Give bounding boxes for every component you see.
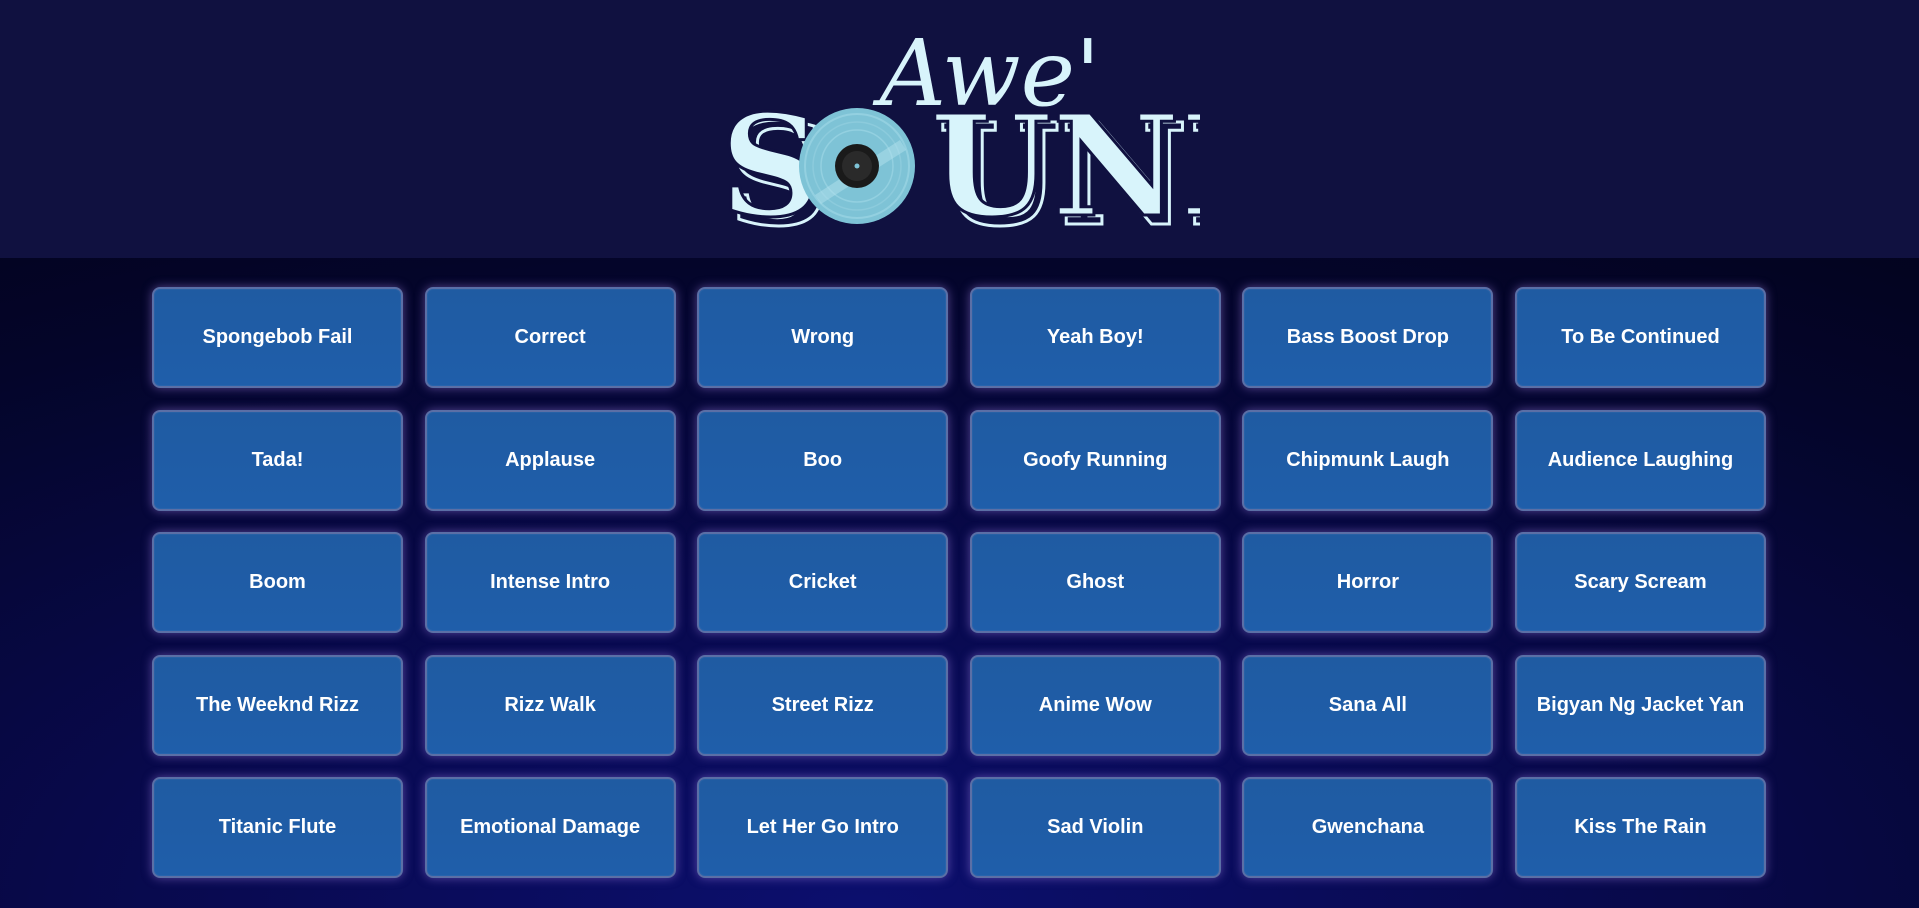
sound-button-label: Emotional Damage <box>460 816 641 839</box>
sound-button-label: Bass Boost Drop <box>1286 326 1449 348</box>
sound-button[interactable]: Tada! <box>152 409 403 511</box>
header-banner: Awe' S UND S UND <box>0 0 1919 258</box>
logo-und: UND <box>930 85 1200 236</box>
sound-button[interactable]: Bigyan Ng Jacket Yan <box>1514 654 1766 756</box>
sound-button-label: Sad Violin <box>1047 816 1144 839</box>
sound-button-label: Titanic Flute <box>218 816 337 839</box>
sound-button[interactable]: Sad Violin <box>969 777 1221 879</box>
sound-button-label: Kiss The Rain <box>1574 816 1707 839</box>
sound-board-grid: Spongebob Fail Correct Wrong Yeah Boy! Bass … <box>152 287 1768 879</box>
sound-button-label: Applause <box>505 448 596 471</box>
sound-button[interactable]: Scary Scream <box>1514 532 1766 634</box>
sound-button-label: Anime Wow <box>1038 693 1152 716</box>
sound-button[interactable]: Bass Boost Drop <box>1242 287 1494 388</box>
sound-button-label: Sana All <box>1328 693 1407 716</box>
sound-button-label: Horror <box>1336 571 1399 594</box>
sound-button[interactable]: Chipmunk Laugh <box>1242 409 1494 511</box>
sound-button[interactable]: To Be Continued <box>1514 287 1766 388</box>
sound-button[interactable]: Anime Wow <box>969 654 1221 756</box>
sound-button-label: Chipmunk Laugh <box>1286 448 1450 471</box>
sound-button[interactable]: Intense Intro <box>424 532 676 634</box>
sound-button-label: Yeah Boy! <box>1046 326 1144 348</box>
sound-button-label: Ghost <box>1066 571 1125 594</box>
sound-button[interactable]: Gwenchana <box>1242 777 1494 879</box>
sound-button[interactable]: Emotional Damage <box>424 777 676 879</box>
sound-button[interactable]: The Weeknd Rizz <box>152 654 403 756</box>
sound-button-label: Bigyan Ng Jacket Yan <box>1536 693 1745 716</box>
sound-button[interactable]: Spongebob Fail <box>152 287 403 388</box>
vinyl-record-icon <box>799 108 915 224</box>
sound-button[interactable]: Titanic Flute <box>152 777 403 879</box>
sound-button[interactable]: Ghost <box>969 532 1221 634</box>
sound-button[interactable]: Let Her Go Intro <box>697 777 949 879</box>
sound-button[interactable]: Cricket <box>697 532 949 634</box>
sound-button-label: Cricket <box>788 571 857 594</box>
sound-button-label: To Be Continued <box>1561 326 1720 348</box>
sound-button-label: Spongebob Fail <box>202 326 353 348</box>
sound-button-label: Street Rizz <box>771 693 874 716</box>
sound-button[interactable]: Applause <box>424 409 676 511</box>
sound-button-label: Correct <box>514 326 586 348</box>
sound-button-label: Boom <box>249 571 306 594</box>
sound-button-label: The Weeknd Rizz <box>196 693 359 716</box>
sound-button-label: Boo <box>803 448 843 471</box>
sound-button-label: Audience Laughing <box>1547 448 1734 471</box>
sound-button[interactable]: Boom <box>152 532 403 634</box>
sound-button[interactable]: Correct <box>424 287 676 388</box>
sound-button[interactable]: Wrong <box>697 287 949 388</box>
sound-button-label: Scary Scream <box>1574 571 1707 594</box>
sound-button[interactable]: Street Rizz <box>697 654 949 756</box>
sound-button[interactable]: Sana All <box>1242 654 1494 756</box>
sound-button[interactable]: Boo <box>697 409 949 511</box>
sound-button-label: Intense Intro <box>490 571 611 594</box>
sound-button-label: Wrong <box>791 326 855 348</box>
sound-button[interactable]: Rizz Walk <box>424 654 676 756</box>
sound-button-label: Goofy Running <box>1023 448 1168 471</box>
sound-button-label: Tada! <box>251 448 304 471</box>
sound-button[interactable]: Audience Laughing <box>1514 409 1766 511</box>
sound-button[interactable]: Yeah Boy! <box>969 287 1221 388</box>
sound-button[interactable]: Goofy Running <box>969 409 1221 511</box>
awe-sound-logo: Awe' S UND S UND <box>720 20 1200 236</box>
sound-button-label: Gwenchana <box>1311 816 1424 839</box>
sound-button[interactable]: Horror <box>1242 532 1494 634</box>
sound-button[interactable]: Kiss The Rain <box>1514 777 1766 879</box>
sound-button-label: Let Her Go Intro <box>746 816 899 839</box>
sound-button-label: Rizz Walk <box>504 693 596 716</box>
